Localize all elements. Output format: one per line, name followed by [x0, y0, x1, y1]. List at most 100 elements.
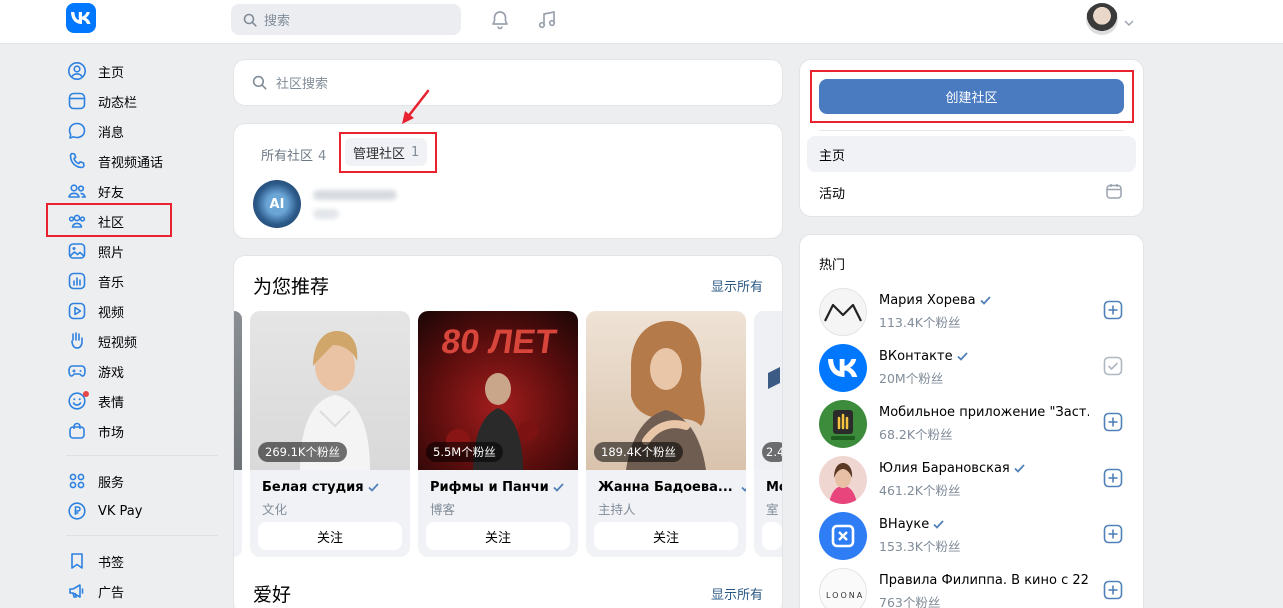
community-search-input[interactable]: 社区搜索 [233, 59, 783, 106]
plus-square-icon[interactable] [1103, 580, 1123, 600]
right-menu-events[interactable]: 活动 [819, 183, 845, 202]
followers-badge: 5.5M个粉丝 [426, 442, 503, 462]
nav-item-stickers[interactable]: 表情 [66, 386, 218, 416]
community-card-image: 2.4 [754, 311, 782, 470]
community-card-image: 189.4K个粉丝 [586, 311, 746, 470]
nav-item-bookmarks[interactable]: 书签 [66, 546, 218, 576]
community-card[interactable]: 189.4K个粉丝 Жанна Бадоева... 主持人 关注 [586, 311, 746, 557]
community-card[interactable]: 269.1K个粉丝 Белая студия 文化 关注 [250, 311, 410, 557]
follow-button[interactable]: 关注 [426, 522, 570, 550]
community-category: 博客 [430, 502, 456, 517]
search-icon [243, 13, 257, 27]
plus-square-icon[interactable] [1103, 412, 1123, 432]
group-avatar: AI [253, 180, 301, 228]
verified-check-icon [367, 483, 379, 492]
popular-item[interactable]: Мобильное приложение "Заст... 68.2K个粉丝 [819, 400, 1129, 448]
community-card-partial-right[interactable]: 2.4 Mo 室 [754, 311, 782, 557]
recommended-show-all-link[interactable]: 显示所有 [711, 276, 763, 295]
right-menu-home[interactable]: 主页 [807, 136, 1136, 172]
community-name: ВКонтакте [879, 349, 968, 364]
nav-item-music[interactable]: 音乐 [66, 266, 218, 296]
plus-square-icon[interactable] [1103, 468, 1123, 488]
nav-divider [66, 535, 218, 536]
nav-label: 好友 [98, 185, 125, 201]
calendar-icon [1106, 184, 1122, 199]
community-name: Рифмы и Панчи [430, 480, 564, 495]
popular-item[interactable]: LOONA Правила Филиппа. В кино с 22... 76… [819, 568, 1129, 608]
nav-item-photos[interactable]: 照片 [66, 236, 218, 266]
followers-count: 113.4K个粉丝 [879, 315, 961, 330]
popular-item[interactable]: Юлия Барановская 461.2K个粉丝 [819, 456, 1129, 504]
nav-item-video[interactable]: 视频 [66, 296, 218, 326]
managed-group-row[interactable]: AI [253, 180, 397, 228]
community-card-image: 269.1K个粉丝 [250, 311, 410, 470]
nav-item-friends[interactable]: 好友 [66, 176, 218, 206]
follow-button[interactable]: 关注 [258, 522, 402, 550]
services-grid-icon [66, 470, 88, 492]
annotation-arrow-icon [402, 89, 430, 124]
nav-item-feed[interactable]: 动态栏 [66, 86, 218, 116]
plus-square-icon[interactable] [1103, 300, 1123, 320]
community-card[interactable]: 80 ЛЕТ 5.5M个粉丝 Рифмы и Панчи 博客 关注 [418, 311, 578, 557]
nav-item-calls[interactable]: 音视频通话 [66, 146, 218, 176]
bookmark-icon [66, 550, 88, 572]
popular-item[interactable]: ВКонтакте 20M个粉丝 [819, 344, 1129, 392]
community-card-image [234, 311, 242, 470]
nav-label: 消息 [98, 125, 125, 141]
verified-check-icon [1014, 464, 1025, 473]
community-category: 主持人 [598, 502, 636, 517]
plus-square-icon[interactable] [1103, 524, 1123, 544]
nav-label: 照片 [98, 245, 125, 261]
tab-count: 4 [318, 149, 327, 164]
nav-item-ads[interactable]: 广告 [66, 576, 218, 606]
global-search-input[interactable]: 搜索 [231, 4, 461, 35]
vk-logo-icon[interactable] [66, 3, 96, 33]
tab-all-communities[interactable]: 所有社区 4 [261, 145, 326, 164]
chevron-down-icon[interactable] [1124, 12, 1134, 31]
followers-count: 153.3K个粉丝 [879, 539, 961, 554]
nav-label: 主页 [98, 65, 125, 81]
community-name: Mo [766, 480, 782, 495]
notifications-bell-icon[interactable] [488, 8, 512, 32]
followers-badge: 189.4K个粉丝 [594, 442, 683, 462]
community-avatar [819, 456, 867, 504]
check-square-icon[interactable] [1103, 356, 1123, 376]
community-avatar [819, 288, 867, 336]
verified-check-icon [553, 483, 564, 492]
followers-count: 20M个粉丝 [879, 371, 944, 386]
followers-badge: 269.1K个粉丝 [258, 442, 347, 462]
community-avatar [819, 400, 867, 448]
popular-item[interactable]: ВНауке 153.3K个粉丝 [819, 512, 1129, 560]
nav-item-games[interactable]: 游戏 [66, 356, 218, 386]
community-card-partial-left[interactable] [234, 311, 242, 557]
community-avatar [819, 512, 867, 560]
nav-item-home[interactable]: 主页 [66, 56, 218, 86]
search-icon [252, 75, 267, 90]
nav-label: 视频 [98, 305, 125, 321]
follow-button[interactable]: 关注 [594, 522, 738, 550]
followers-count: 68.2K个粉丝 [879, 427, 953, 442]
community-category: 室 [766, 502, 779, 517]
menu-label: 主页 [819, 148, 846, 164]
nav-item-market[interactable]: 市场 [66, 416, 218, 446]
user-avatar[interactable] [1086, 3, 1118, 35]
nav-item-services[interactable]: 服务 [66, 466, 218, 496]
followers-count: 461.2K个粉丝 [879, 483, 961, 498]
vk-logo-icon [819, 344, 867, 392]
follow-button[interactable] [762, 522, 782, 550]
nav-item-clips[interactable]: 短视频 [66, 326, 218, 356]
hobbies-show-all-link[interactable]: 显示所有 [711, 584, 763, 603]
nav-item-vkpay[interactable]: VK Pay [66, 496, 218, 526]
nav-label: 短视频 [98, 335, 138, 351]
verified-check-icon [933, 520, 944, 529]
notification-dot [83, 391, 89, 397]
group-info-blurred [313, 189, 397, 219]
ruble-coin-icon [66, 500, 88, 522]
community-card-image: 80 ЛЕТ 5.5M个粉丝 [418, 311, 578, 470]
music-note-icon[interactable] [535, 8, 559, 32]
divider [819, 130, 1124, 131]
megaphone-icon [66, 580, 88, 602]
nav-item-messages[interactable]: 消息 [66, 116, 218, 146]
popular-item[interactable]: Мария Хорева 113.4K个粉丝 [819, 288, 1129, 336]
verified-check-icon [741, 486, 746, 492]
